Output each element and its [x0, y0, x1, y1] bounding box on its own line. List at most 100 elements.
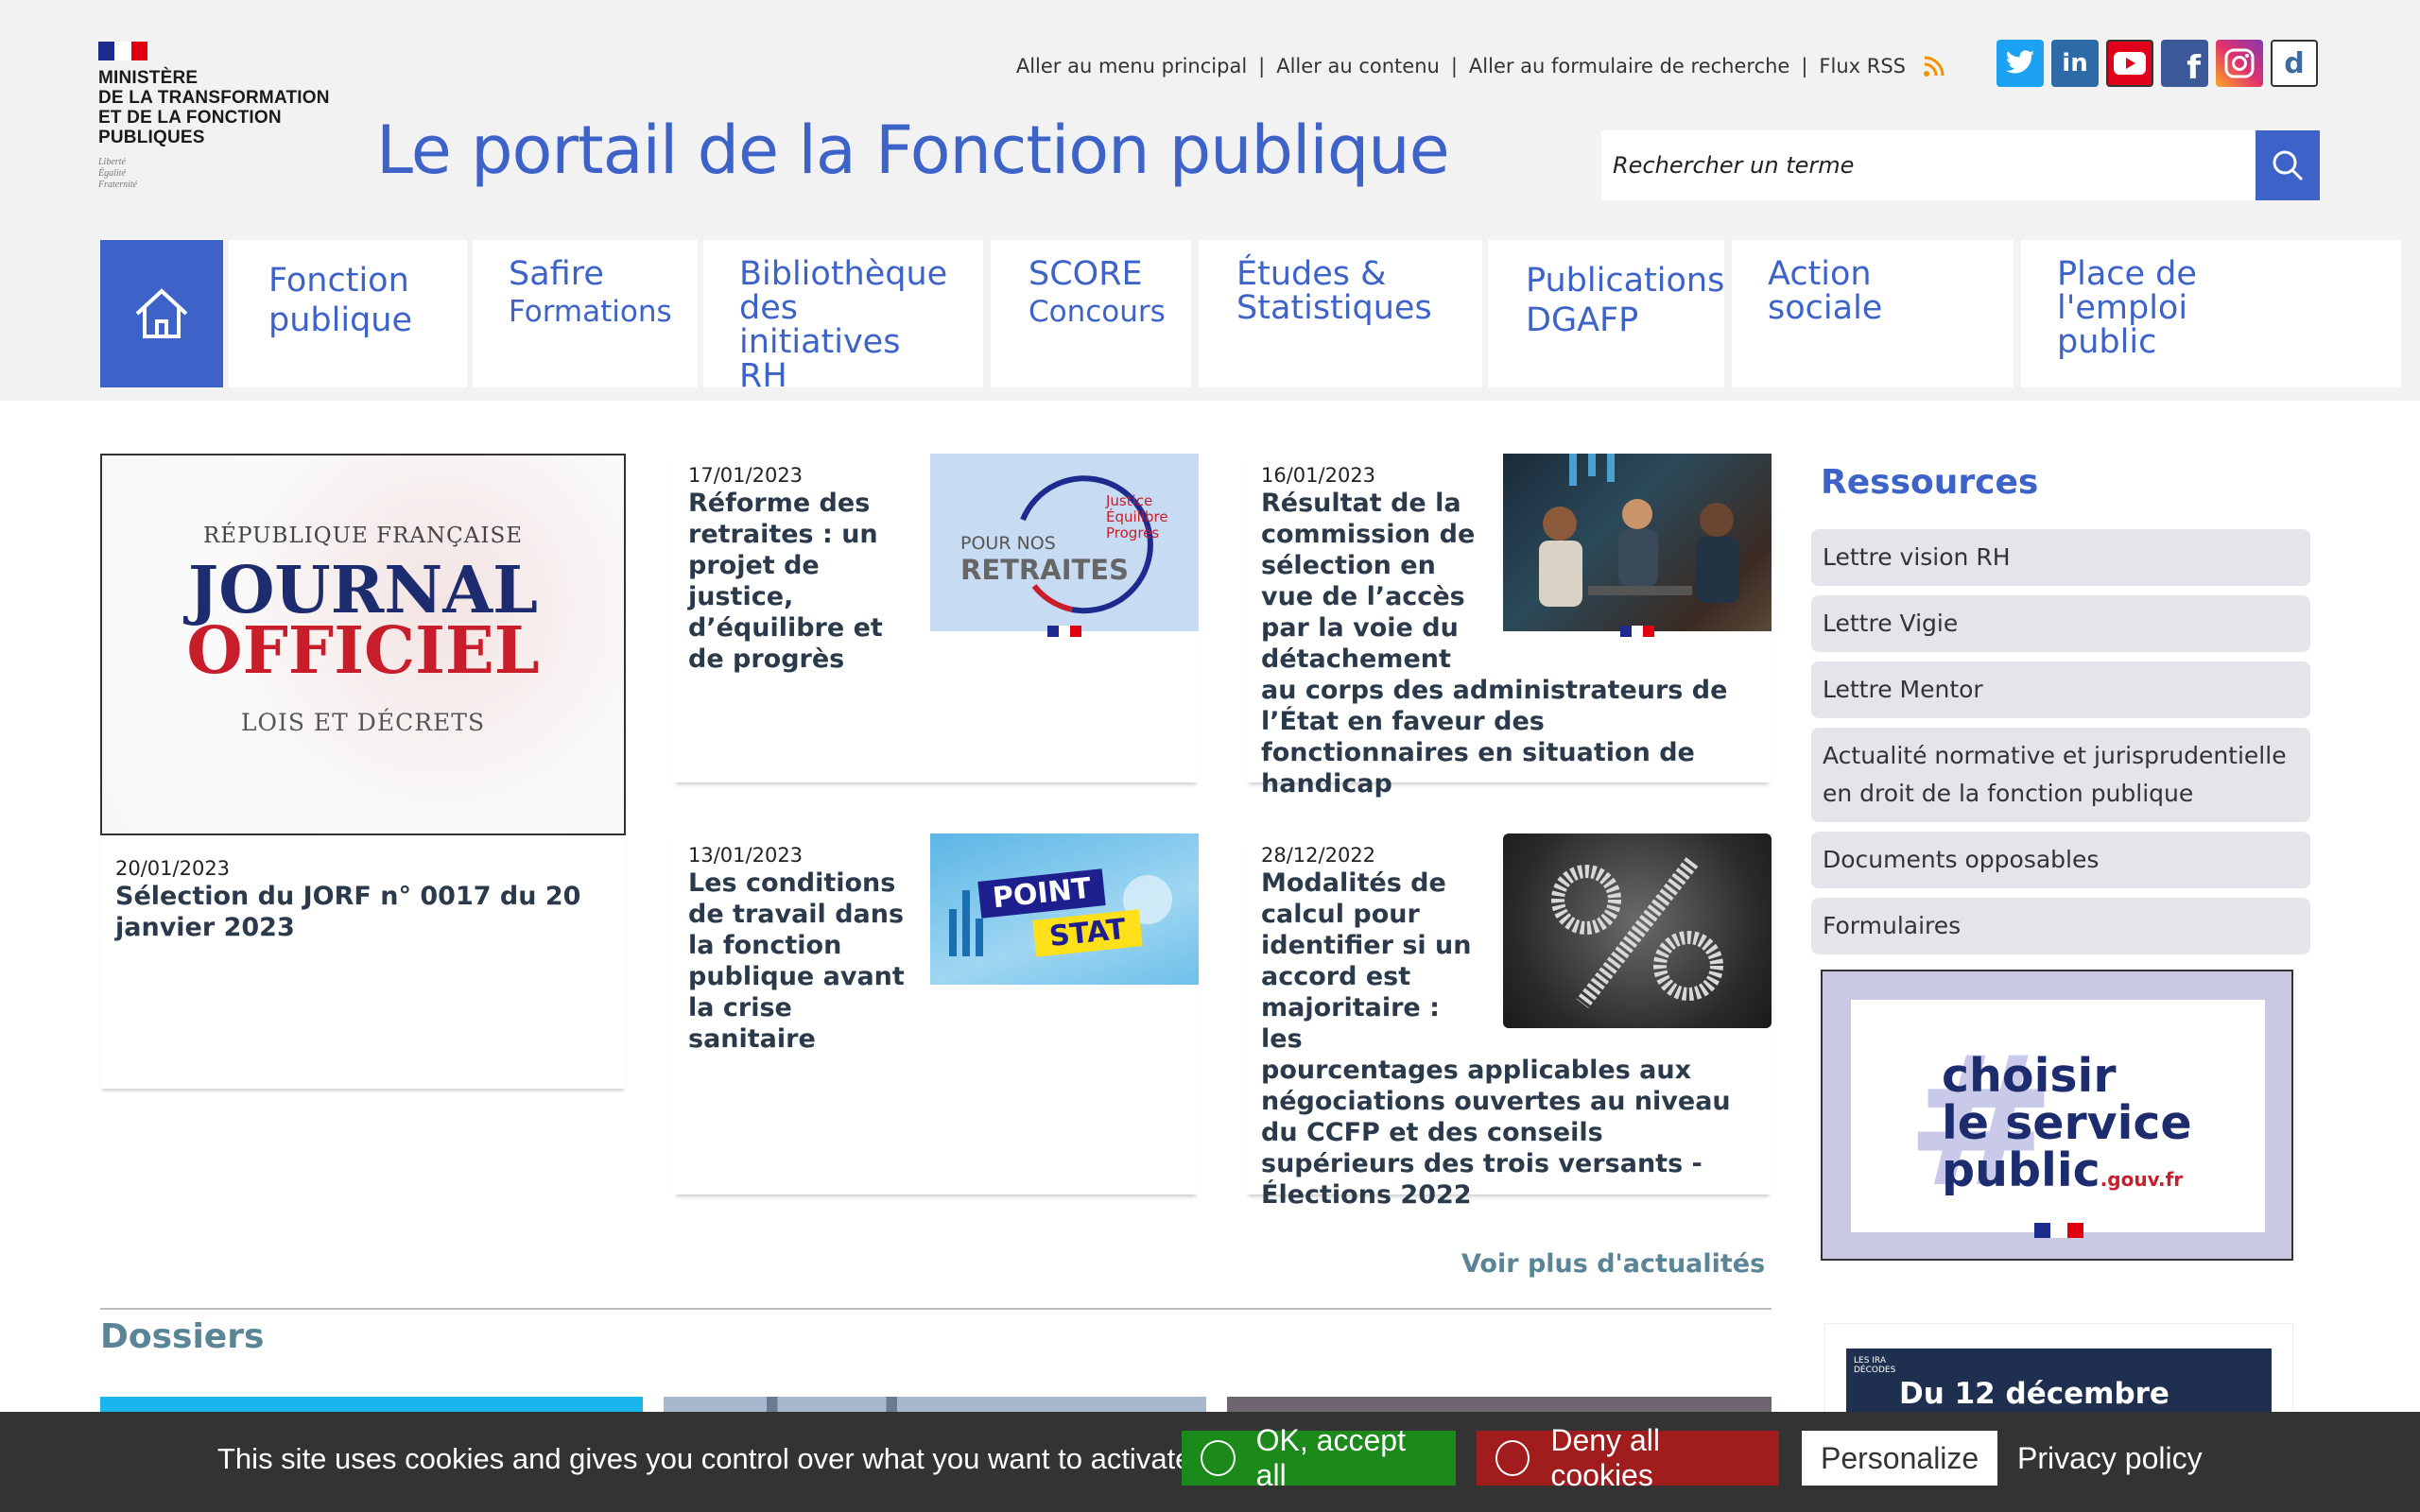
nav-safire[interactable]: Safire Formations: [473, 240, 698, 387]
link-rss[interactable]: Flux RSS: [1819, 55, 1906, 77]
youtube-icon[interactable]: [2106, 40, 2153, 87]
nav-sublabel: Formations: [509, 295, 672, 329]
nav-label: Fonction publique: [268, 262, 412, 339]
nav-label: Bibliothèque des initiatives RH: [739, 255, 948, 395]
accept-cookies-button[interactable]: OK, accept all: [1182, 1423, 1456, 1492]
news-card[interactable]: 17/01/2023 Réforme des retraites : un pr…: [673, 454, 1199, 782]
nav-label: Safire: [509, 255, 604, 293]
image-text: OFFICIEL: [186, 613, 540, 689]
link-search-form[interactable]: Aller au formulaire de recherche: [1469, 55, 1789, 77]
circle-icon: [1201, 1440, 1236, 1476]
news-card[interactable]: 16/01/2023 Résultat de la commission de …: [1246, 454, 1772, 799]
search-form: [1601, 130, 2320, 200]
link-content[interactable]: Aller au contenu: [1276, 55, 1440, 77]
separator: |: [1258, 55, 1266, 77]
link-main-menu[interactable]: Aller au menu principal: [1016, 55, 1247, 77]
circle-icon: [1495, 1440, 1530, 1476]
news-card-lead[interactable]: RÉPUBLIQUE FRANÇAISE JOURNAL OFFICIEL LO…: [100, 454, 626, 1089]
news-title[interactable]: Sélection du JORF n° 0017 du 20 janvier …: [115, 881, 607, 943]
cookie-banner: This site uses cookies and gives you con…: [0, 1412, 2420, 1512]
news-title[interactable]: Réforme des retraites : un projet de jus…: [688, 488, 926, 675]
retraites-image: POUR NOS RETRAITES Justice Équilibre Pro…: [930, 454, 1199, 631]
site-header: MINISTÈRE DE LA TRANSFORMATION ET DE LA …: [0, 0, 2420, 238]
french-flag-icon: [98, 42, 147, 60]
nav-action-sociale[interactable]: Action sociale: [1732, 240, 2014, 387]
banner-text-suffix: .gouv.fr: [2100, 1168, 2184, 1191]
main-nav: Fonction publique Safire Formations Bibl…: [0, 238, 2420, 401]
accept-label: OK, accept all: [1255, 1423, 1406, 1492]
ministry-name: MINISTÈRE DE LA TRANSFORMATION ET DE LA …: [98, 68, 330, 147]
event-inner: LES IRA DÉCODES Du 12 décembre: [1846, 1349, 2272, 1418]
deny-label: Deny all cookies: [1550, 1423, 1660, 1492]
cookie-message: This site uses cookies and gives you con…: [217, 1442, 1192, 1475]
dailymotion-icon[interactable]: d: [2271, 40, 2318, 87]
twitter-icon[interactable]: [1996, 40, 2044, 87]
event-badge: LES IRA DÉCODES: [1854, 1356, 1896, 1375]
percent-image: [1503, 833, 1772, 1028]
quick-links: Aller au menu principal | Aller au conte…: [1016, 55, 1945, 77]
separator: |: [1801, 55, 1808, 77]
nav-fonction-publique[interactable]: Fonction publique: [229, 240, 467, 387]
dossiers-heading: Dossiers: [100, 1317, 265, 1356]
nav-label: Action sociale: [1768, 255, 1883, 327]
nav-label: Place de l'emploi public: [2057, 255, 2197, 361]
nav-publications[interactable]: Publications DGAFP: [1488, 240, 1724, 387]
ministry-logo[interactable]: MINISTÈRE DE LA TRANSFORMATION ET DE LA …: [98, 42, 346, 193]
resource-link[interactable]: Documents opposables: [1811, 832, 2310, 888]
news-title[interactable]: Les conditions de travail dans la foncti…: [688, 868, 926, 1055]
nav-label: Études & Statistiques: [1236, 255, 1432, 327]
banner-inner: # choisir le service public.gouv.fr: [1851, 1000, 2265, 1232]
personalize-button[interactable]: Personalize: [1802, 1431, 1998, 1486]
image-text: LOIS ET DÉCRETS: [240, 709, 486, 736]
personalize-label: Personalize: [1821, 1440, 1979, 1475]
search-icon: [2273, 150, 2304, 181]
search-button[interactable]: [2256, 130, 2320, 200]
image-text: RÉPUBLIQUE FRANÇAISE: [202, 524, 523, 548]
search-input[interactable]: [1601, 130, 2256, 200]
more-news-link[interactable]: Voir plus d'actualités: [1461, 1249, 1765, 1279]
news-card[interactable]: 28/12/2022 Modalités de calcul pour iden…: [1246, 833, 1772, 1210]
privacy-policy-link[interactable]: Privacy policy: [1998, 1431, 2221, 1486]
banner-text: choisir le service public.gouv.fr: [1942, 1053, 2192, 1203]
divider: [100, 1308, 1772, 1310]
resource-link[interactable]: Lettre vision RH: [1811, 529, 2310, 586]
choisir-service-public-banner[interactable]: # choisir le service public.gouv.fr: [1821, 970, 2293, 1261]
republic-motto: Liberté Égalité Fraternité: [98, 157, 138, 190]
site-title[interactable]: Le portail de la Fonction publique: [376, 112, 1450, 189]
news-date: 13/01/2023: [688, 844, 804, 867]
news-date: 20/01/2023: [115, 857, 231, 880]
linkedin-icon[interactable]: in: [2051, 40, 2099, 87]
point-stat-image: POINT STAT: [930, 833, 1199, 985]
social-links: in f d: [1996, 40, 2318, 87]
nav-place-emploi[interactable]: Place de l'emploi public: [2021, 240, 2401, 387]
image-text: RETRAITES: [960, 554, 1129, 586]
separator: |: [1450, 55, 1458, 77]
nav-sublabel: Concours: [1028, 295, 1166, 329]
journal-officiel-image: RÉPUBLIQUE FRANÇAISE JOURNAL OFFICIEL LO…: [100, 454, 626, 835]
nav-bibliotheque[interactable]: Bibliothèque des initiatives RH: [703, 240, 983, 393]
nav-etudes[interactable]: Études & Statistiques: [1199, 240, 1482, 387]
facebook-icon[interactable]: f: [2161, 40, 2208, 87]
resource-link[interactable]: Formulaires: [1811, 898, 2310, 954]
home-icon: [135, 288, 188, 338]
event-text: Du 12 décembre: [1899, 1377, 2169, 1411]
nav-score[interactable]: SCORE Concours: [991, 240, 1191, 387]
resources-heading: Ressources: [1821, 463, 2039, 502]
news-date: 17/01/2023: [688, 464, 804, 487]
privacy-label: Privacy policy: [2017, 1440, 2203, 1475]
news-card[interactable]: 13/01/2023 Les conditions de travail dan…: [673, 833, 1199, 1194]
instagram-icon[interactable]: [2216, 40, 2263, 87]
french-flag-icon: [1047, 626, 1081, 637]
rss-icon[interactable]: [1923, 55, 1945, 77]
image-text: Justice Équilibre Progrès: [1106, 492, 1168, 541]
resource-link[interactable]: Lettre Vigie: [1811, 595, 2310, 652]
nav-label: Publications DGAFP: [1526, 262, 1725, 339]
resource-link[interactable]: Lettre Mentor: [1811, 662, 2310, 718]
deny-cookies-button[interactable]: Deny all cookies: [1477, 1423, 1779, 1492]
resource-link[interactable]: Actualité normative et jurisprudentielle…: [1811, 728, 2310, 822]
event-banner[interactable]: LES IRA DÉCODES Du 12 décembre: [1824, 1323, 2293, 1418]
french-flag-icon: [1620, 626, 1654, 637]
resources-list: Lettre vision RH Lettre Vigie Lettre Men…: [1811, 529, 2310, 964]
image-text: POUR NOS: [960, 533, 1056, 554]
nav-home-button[interactable]: [100, 240, 223, 387]
